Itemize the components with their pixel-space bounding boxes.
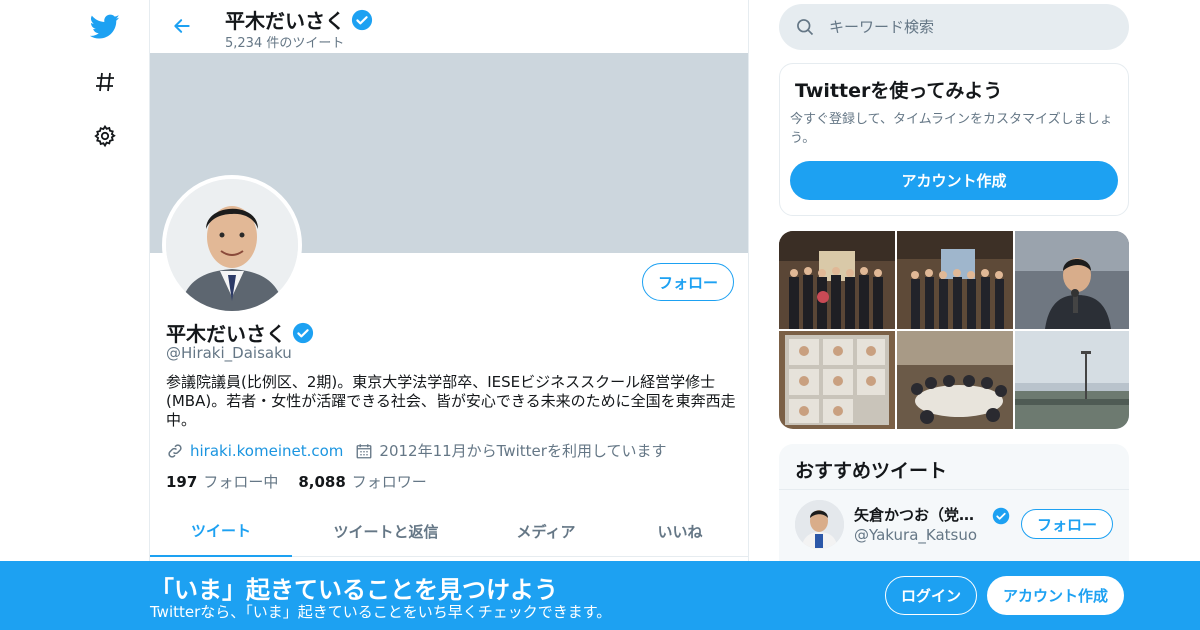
following-stat[interactable]: 197 フォロー中: [166, 471, 278, 492]
profile-column: 平木だいさく 5,234 件のツイート フォロー 平木だいさく @Hiraki_…: [149, 0, 749, 630]
verified-badge-icon: [992, 507, 1010, 525]
signup-card-description: 今すぐ登録して、タイムラインをカスタマイズしましょう。: [790, 112, 1113, 146]
signup-card-title: Twitterを使ってみよう: [795, 80, 1003, 102]
create-account-button[interactable]: アカウント作成: [790, 161, 1118, 200]
media-thumbnail[interactable]: [1015, 231, 1129, 329]
tab-tweets[interactable]: ツイート: [150, 506, 292, 557]
joined-date: 2012年11月からTwitterを利用しています: [379, 442, 667, 460]
following-label: フォロー中: [203, 473, 279, 491]
profile-bio: 参議院議員(比例区、2期)。東京大学法学部卒、IESEビジネススクール経営学修士…: [166, 373, 736, 429]
left-nav: [0, 0, 150, 630]
profile-handle: @Hiraki_Daisaku: [166, 344, 292, 362]
profile-avatar[interactable]: [162, 175, 302, 315]
hashtag-icon[interactable]: [88, 65, 122, 99]
gear-icon[interactable]: [88, 119, 122, 153]
followers-count: 8,088: [298, 473, 346, 491]
twitter-logo-icon[interactable]: [88, 10, 122, 44]
profile-stats: 197 フォロー中 8,088 フォロワー: [166, 471, 427, 492]
verified-badge-icon: [292, 322, 314, 343]
search-icon: [797, 19, 814, 36]
profile-header: 平木だいさく 5,234 件のツイート: [150, 0, 748, 53]
profile-name: 平木だいさく: [166, 322, 286, 346]
recommended-user-handle: @Yakura_Katsuo: [854, 526, 978, 544]
media-grid: [779, 231, 1129, 429]
profile-name-row: 平木だいさく: [166, 318, 314, 347]
signup-banner-subtitle: Twitterなら、「いま」起きていることをいち早くチェックできます。: [150, 603, 612, 621]
search-box: [779, 4, 1129, 50]
tab-media[interactable]: メディア: [480, 506, 612, 557]
header-name: 平木だいさく: [225, 9, 345, 33]
media-thumbnail[interactable]: [779, 231, 895, 329]
profile-tabs: ツイート ツイートと返信 メディア いいね: [150, 506, 748, 557]
signup-banner-title: 「いま」起きていることを見つけよう: [150, 576, 558, 604]
header-title: 平木だいさく: [225, 5, 373, 34]
recommended-follow-button[interactable]: フォロー: [1021, 509, 1113, 539]
media-thumbnail[interactable]: [897, 331, 1013, 429]
login-button[interactable]: ログイン: [885, 576, 977, 615]
recommended-user-name[interactable]: 矢倉かつお（党…: [854, 504, 984, 525]
followers-stat[interactable]: 8,088 フォロワー: [298, 471, 426, 492]
tweet-count: 5,234 件のツイート: [225, 36, 345, 51]
recommended-title: おすすめツイート: [795, 460, 948, 482]
signup-banner: 「いま」起きていることを見つけよう Twitterなら、「いま」起きていることを…: [0, 561, 1200, 630]
verified-badge-icon: [351, 9, 373, 30]
signup-button[interactable]: アカウント作成: [987, 576, 1124, 615]
calendar-icon: [356, 443, 372, 458]
tab-likes[interactable]: いいね: [612, 506, 748, 557]
search-input[interactable]: [829, 4, 1109, 50]
followers-label: フォロワー: [351, 473, 427, 491]
follow-button[interactable]: フォロー: [642, 263, 734, 301]
tab-tweets-and-replies[interactable]: ツイートと返信: [292, 506, 480, 557]
following-count: 197: [166, 473, 198, 491]
media-thumbnail[interactable]: [897, 231, 1013, 329]
profile-meta: hiraki.komeinet.com 2012年11月からTwitterを利用…: [166, 440, 667, 461]
signup-card: Twitterを使ってみよう 今すぐ登録して、タイムラインをカスタマイズしましょ…: [779, 63, 1129, 216]
website-link[interactable]: hiraki.komeinet.com: [190, 442, 343, 460]
link-icon: [168, 443, 182, 458]
divider: [779, 489, 1129, 490]
media-thumbnail[interactable]: [779, 331, 895, 429]
back-arrow-icon[interactable]: [168, 12, 196, 40]
media-thumbnail[interactable]: [1015, 331, 1129, 429]
recommended-user-avatar[interactable]: [795, 500, 844, 549]
